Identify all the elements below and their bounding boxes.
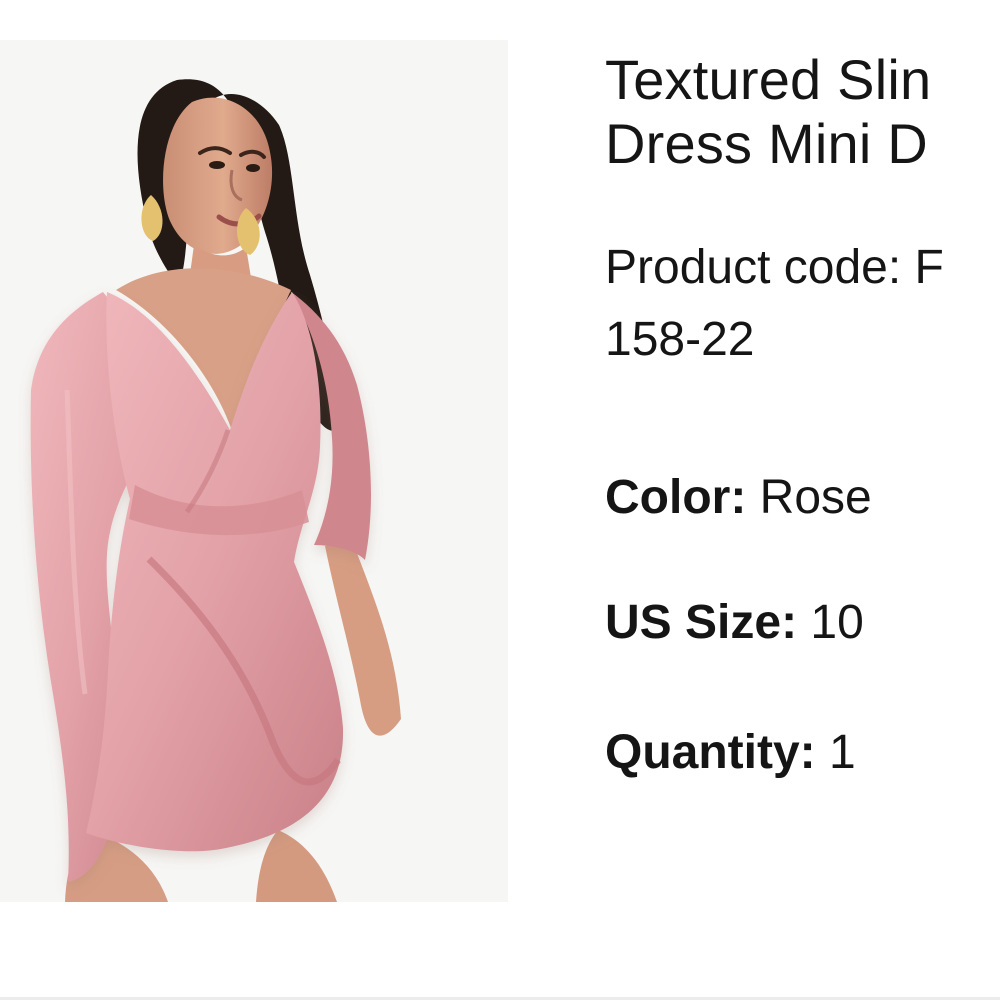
size-attribute: US Size: 10 (605, 595, 864, 651)
quantity-label: Quantity: (605, 726, 816, 779)
color-attribute: Color: Rose (605, 470, 872, 526)
size-label: US Size: (605, 596, 798, 649)
product-title: Textured Slin Dress Mini D (605, 48, 932, 175)
quantity-value: 1 (829, 726, 856, 779)
product-detail-page: Textured Slin Dress Mini D Product code:… (0, 0, 1000, 1000)
product-details: Textured Slin Dress Mini D Product code:… (605, 48, 1000, 808)
color-value: Rose (759, 471, 872, 524)
product-image (0, 40, 508, 902)
quantity-attribute: Quantity: 1 (605, 725, 856, 781)
dress-model-illustration (0, 40, 508, 902)
color-label: Color: (605, 471, 747, 524)
product-code: Product code: F 158-22 (605, 241, 944, 366)
size-value: 10 (810, 596, 864, 649)
